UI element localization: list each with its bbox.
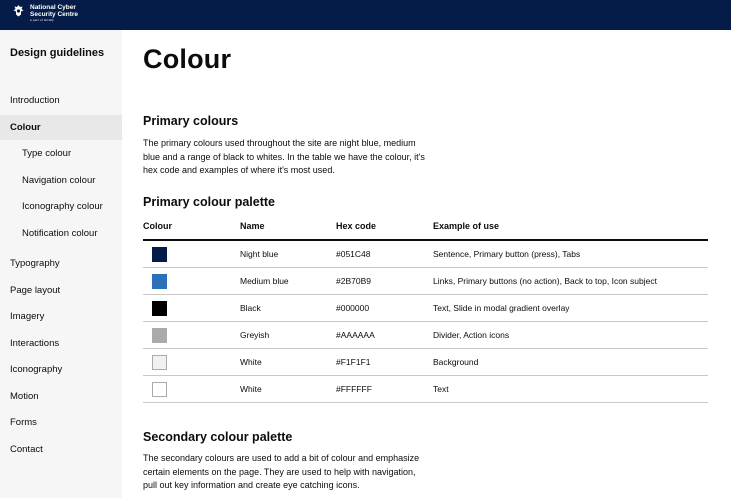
secondary-palette-text: The secondary colours are used to add a … xyxy=(143,452,468,493)
colour-name: Greyish xyxy=(240,330,270,340)
sidebar-item-notification-colour[interactable]: Notification colour xyxy=(0,221,122,246)
table-row: White #F1F1F1 Background xyxy=(143,349,708,376)
colour-hex: #000000 xyxy=(336,303,370,313)
colour-hex: #FFFFFF xyxy=(336,384,372,394)
colour-swatch xyxy=(152,355,167,370)
paragraph-line: The secondary colours are used to add a … xyxy=(143,453,420,463)
colour-hex: #2B70B9 xyxy=(336,276,371,286)
column-header-name: Name xyxy=(240,221,265,231)
colour-use: Background xyxy=(433,357,479,367)
table-row: Greyish #AAAAAA Divider, Action icons xyxy=(143,322,708,349)
logo-line-3: a part of GCHQ xyxy=(30,18,54,22)
colour-use: Text, Slide in modal gradient overlay xyxy=(433,303,570,313)
colour-name: Black xyxy=(240,303,261,313)
colour-swatch xyxy=(152,274,167,289)
top-header: National Cyber Security Centre a part of… xyxy=(0,0,731,30)
paragraph-line: The primary colours used throughout the … xyxy=(143,138,416,148)
secondary-palette-heading: Secondary colour palette xyxy=(143,430,293,444)
column-header-example: Example of use xyxy=(433,221,500,231)
sidebar-item-typography[interactable]: Typography xyxy=(0,251,122,276)
sidebar-item-navigation-colour[interactable]: Navigation colour xyxy=(0,168,122,193)
sidebar-item-colour[interactable]: Colour xyxy=(0,115,122,140)
colour-hex: #051C48 xyxy=(336,249,371,259)
paragraph-line: certain elements on the page. They are u… xyxy=(143,466,416,477)
royal-crest-icon xyxy=(13,5,24,17)
colour-swatch xyxy=(152,328,167,343)
paragraph-line: blue and a range of black to whites. In … xyxy=(143,151,425,162)
paragraph-line: pull out key information and create eye … xyxy=(143,480,360,490)
sidebar-item-iconography[interactable]: Iconography xyxy=(0,357,122,382)
sidebar-title: Design guidelines xyxy=(10,47,105,59)
sidebar-item-contact[interactable]: Contact xyxy=(0,437,122,462)
primary-colours-heading: Primary colours xyxy=(143,114,239,128)
logo-line-2: Security Centre xyxy=(30,11,79,18)
sidebar-item-motion[interactable]: Motion xyxy=(0,384,122,409)
table-row: White #FFFFFF Text xyxy=(143,376,708,403)
colour-name: Medium blue xyxy=(240,276,289,286)
colour-use: Divider, Action icons xyxy=(433,330,510,340)
paragraph-line: hex code and examples of where it's most… xyxy=(143,165,335,175)
colour-swatch xyxy=(152,301,167,316)
column-header-colour: Colour xyxy=(143,221,172,231)
colour-name: White xyxy=(240,357,262,367)
ncsc-logo[interactable]: National Cyber Security Centre a part of… xyxy=(10,4,78,22)
colour-name: White xyxy=(240,384,262,394)
colour-name: Night blue xyxy=(240,249,279,259)
primary-palette-heading: Primary colour palette xyxy=(143,195,275,209)
colour-use: Links, Primary buttons (no action), Back… xyxy=(433,276,657,286)
sidebar-item-forms[interactable]: Forms xyxy=(0,410,122,435)
colour-hex: #F1F1F1 xyxy=(336,357,371,367)
colour-use: Sentence, Primary button (press), Tabs xyxy=(433,249,581,259)
column-header-hex: Hex code xyxy=(336,221,377,231)
colour-swatch xyxy=(152,247,167,262)
colour-swatch xyxy=(152,382,167,397)
sidebar-item-type-colour[interactable]: Type colour xyxy=(0,141,122,166)
logo-line-1: National Cyber xyxy=(30,4,76,11)
sidebar-item-introduction[interactable]: Introduction xyxy=(0,88,122,113)
primary-colours-text: The primary colours used throughout the … xyxy=(143,137,468,178)
colour-hex: #AAAAAA xyxy=(336,330,375,340)
page-title: Colour xyxy=(143,44,232,74)
table-row: Black #000000 Text, Slide in modal gradi… xyxy=(143,295,708,322)
sidebar-item-page-layout[interactable]: Page layout xyxy=(0,278,122,303)
colour-use: Text xyxy=(433,384,449,394)
table-row: Night blue #051C48 Sentence, Primary but… xyxy=(143,241,708,268)
table-row: Medium blue #2B70B9 Links, Primary butto… xyxy=(143,268,708,295)
sidebar-item-iconography-colour[interactable]: Iconography colour xyxy=(0,194,122,219)
sidebar-item-interactions[interactable]: Interactions xyxy=(0,331,122,356)
sidebar-item-imagery[interactable]: Imagery xyxy=(0,304,122,329)
